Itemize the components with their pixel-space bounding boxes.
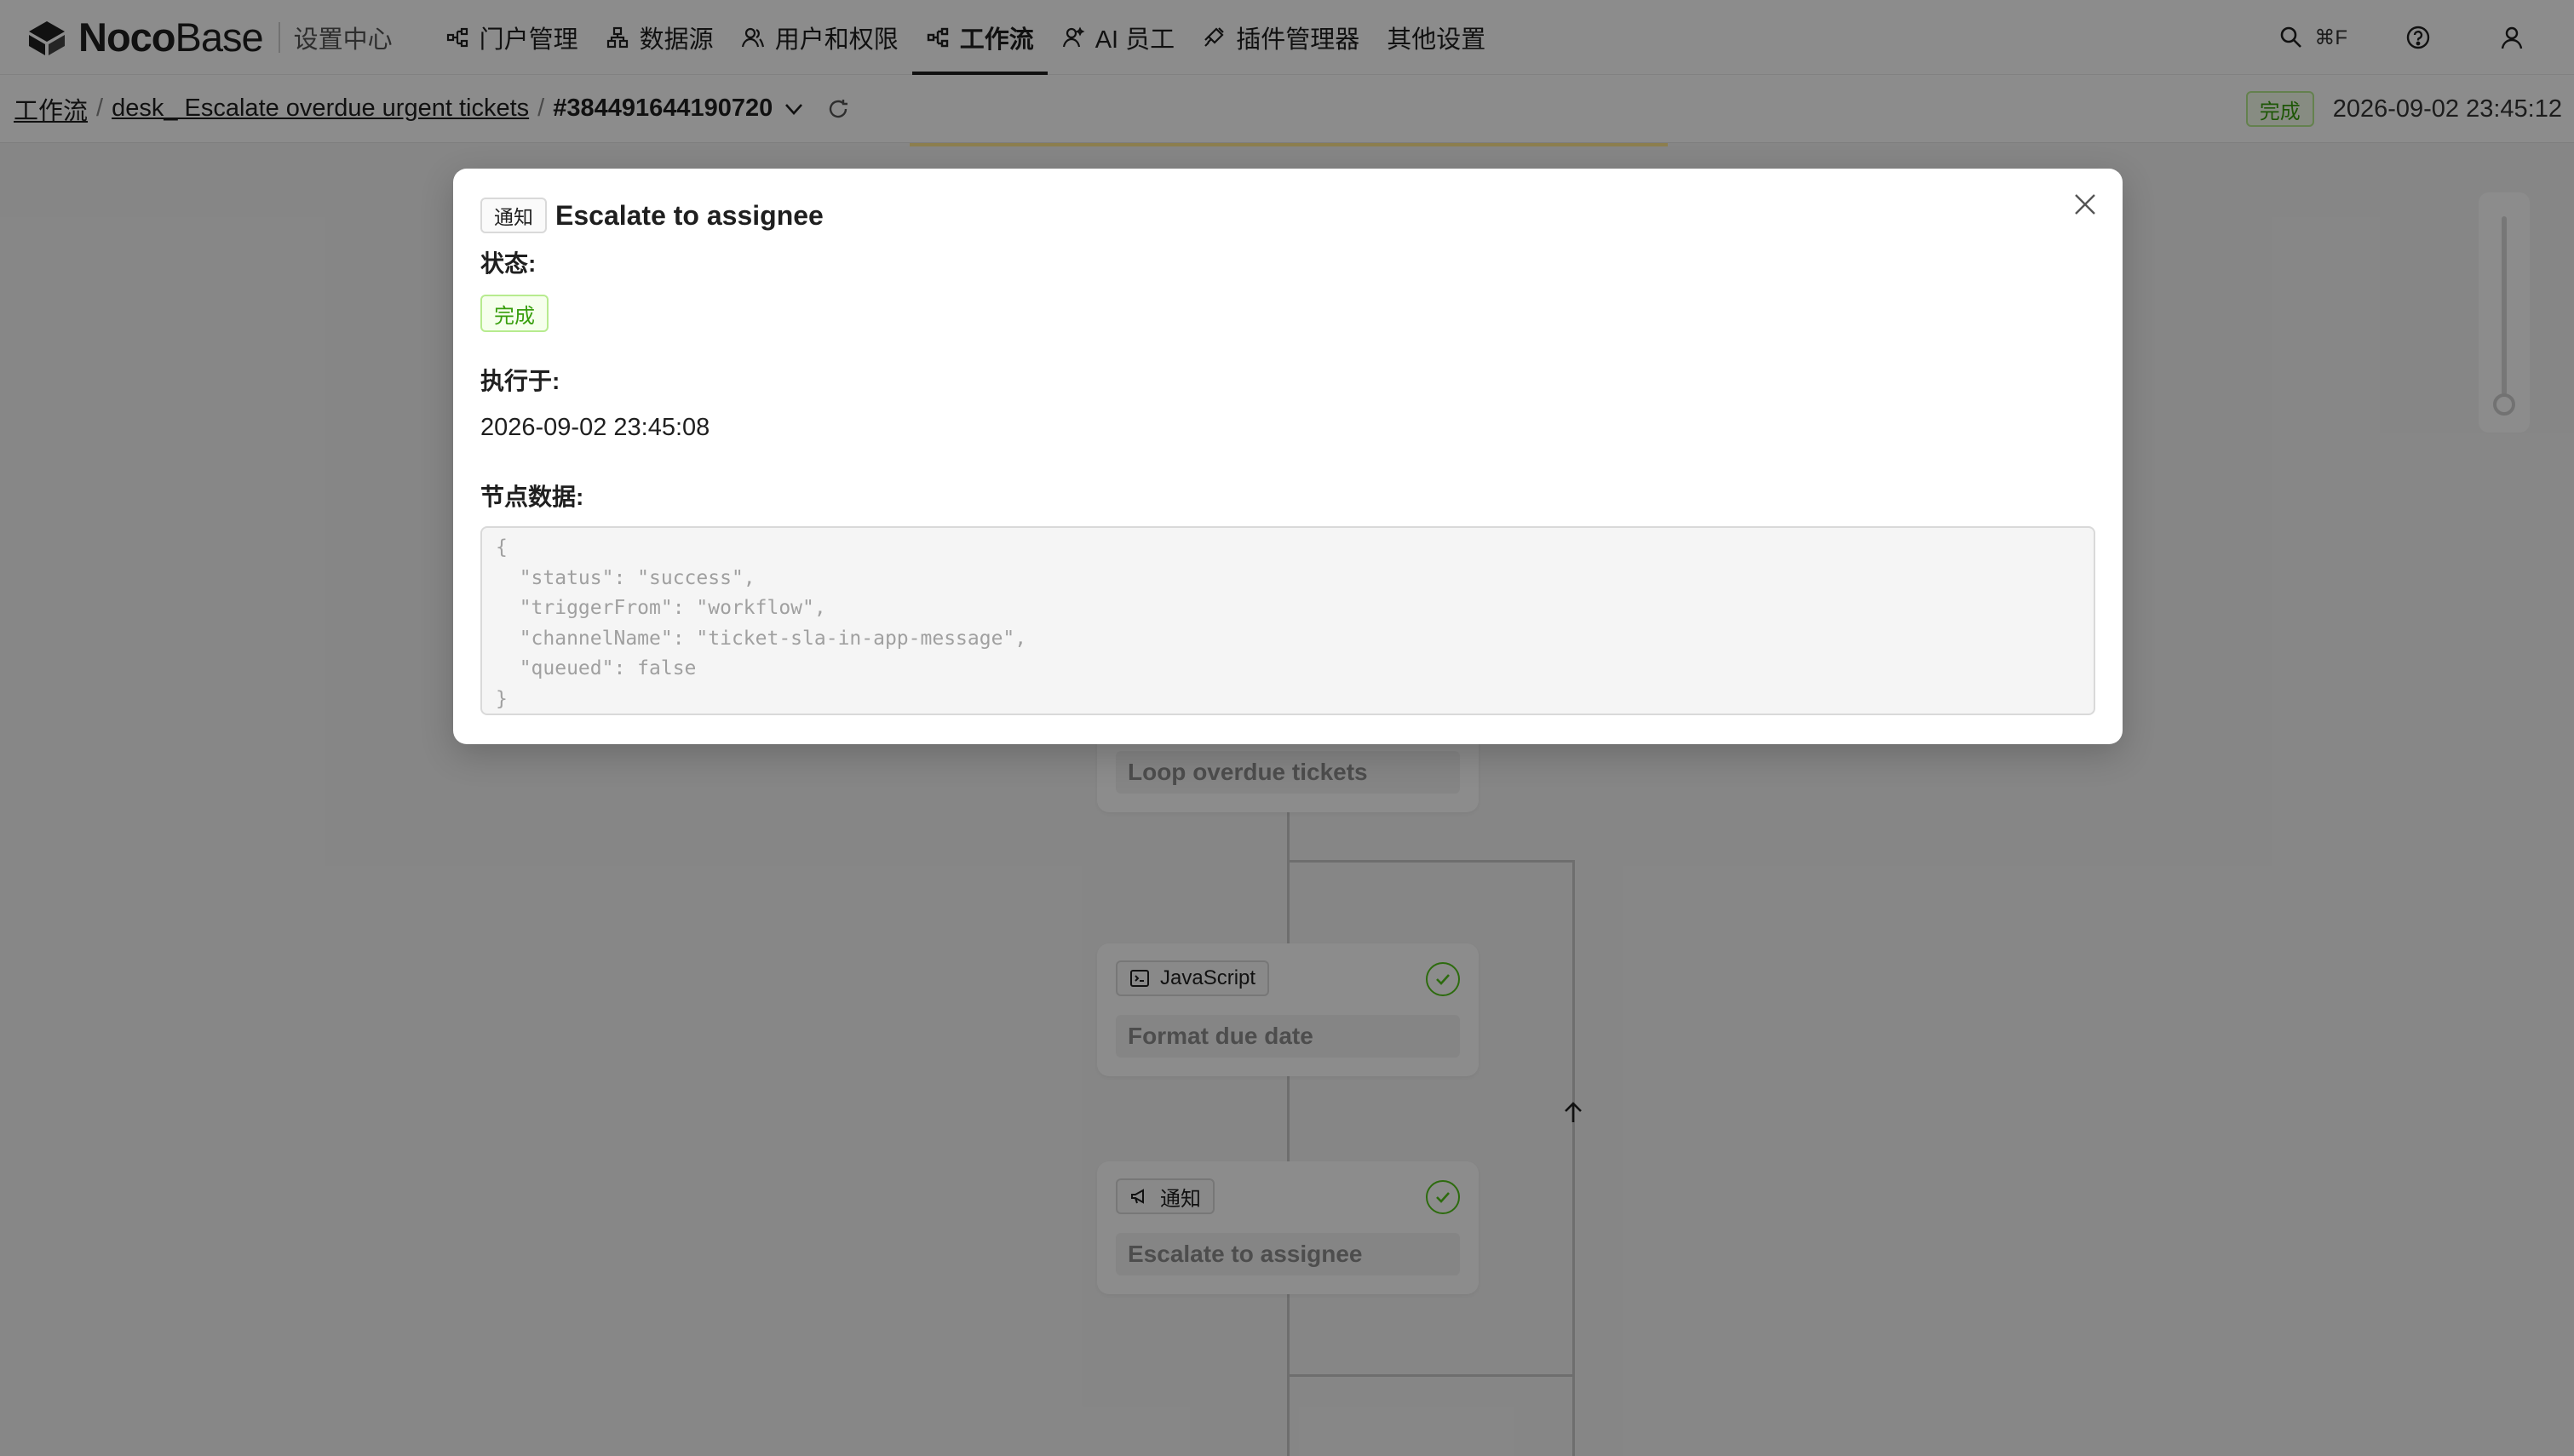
node-detail-modal: 通知 Escalate to assignee 状态: 完成 执行于: 2026… [453, 169, 2123, 744]
modal-title: Escalate to assignee [555, 199, 824, 231]
modal-header: 通知 Escalate to assignee [480, 198, 824, 233]
status-badge: 完成 [480, 295, 549, 332]
node-type-tag: 通知 [480, 198, 547, 233]
close-icon [2075, 194, 2095, 215]
node-data-label: 节点数据: [480, 484, 584, 510]
status-label: 状态: [480, 250, 537, 277]
close-button[interactable] [2066, 186, 2104, 223]
executed-at-value: 2026-09-02 23:45:08 [480, 414, 710, 441]
executed-at-label: 执行于: [480, 368, 560, 394]
node-data-json[interactable]: { "status": "success", "triggerFrom": "w… [480, 526, 2095, 715]
